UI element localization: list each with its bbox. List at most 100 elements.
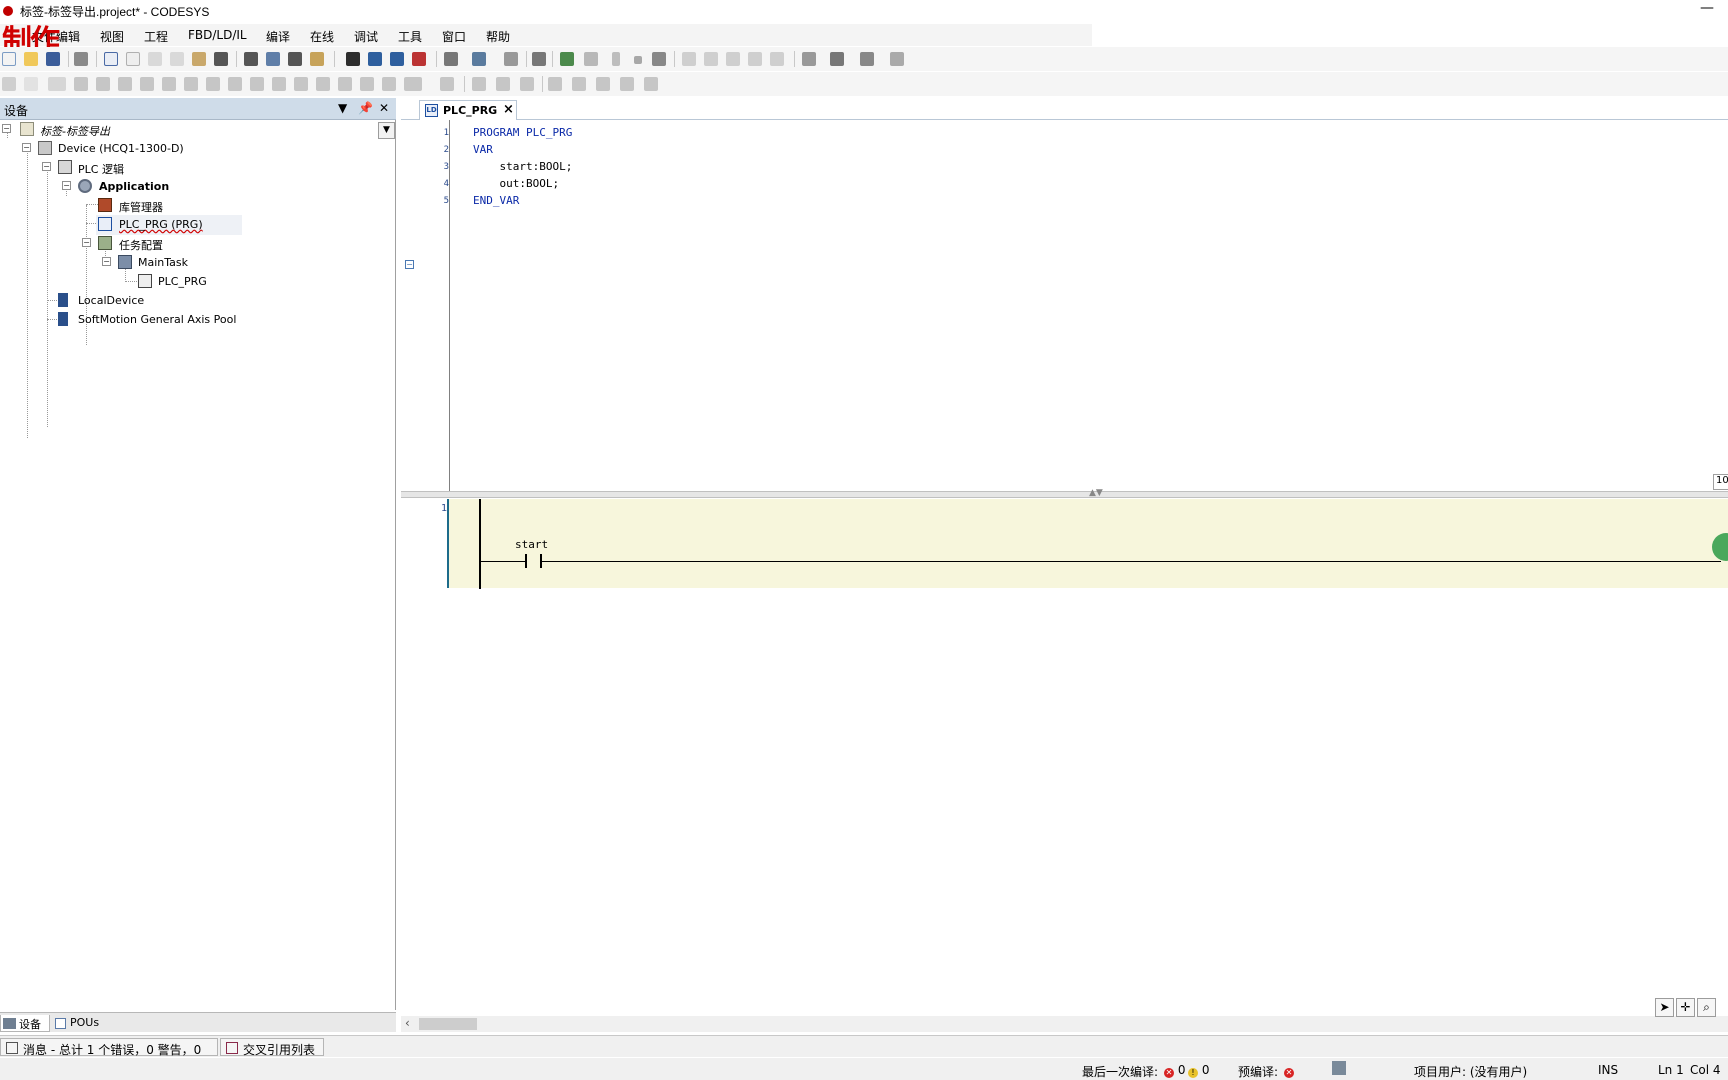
collapse-icon[interactable]: −: [2, 124, 11, 133]
cart-icon[interactable]: [860, 52, 874, 66]
find-icon[interactable]: [244, 52, 258, 66]
undo-icon[interactable]: [104, 52, 118, 66]
insert-parallel-contact-icon[interactable]: [118, 77, 132, 91]
run-to-cursor-icon[interactable]: [770, 52, 784, 66]
align-icon[interactable]: [548, 77, 562, 91]
zoom-tool-icon[interactable]: ⌕: [1697, 998, 1716, 1017]
insert-reset-coil-icon[interactable]: [184, 77, 198, 91]
tree-item-local-device[interactable]: LocalDevice: [0, 291, 396, 311]
tree-item-task-configuration[interactable]: − 任务配置: [0, 234, 396, 254]
insert-output-icon[interactable]: [338, 77, 352, 91]
reset-icon[interactable]: [652, 52, 666, 66]
step-out-icon[interactable]: [748, 52, 762, 66]
find-next-icon[interactable]: [266, 52, 280, 66]
save-icon[interactable]: [46, 52, 60, 66]
pointer-tool-icon[interactable]: ➤: [1655, 998, 1674, 1017]
collapse-icon[interactable]: −: [102, 257, 111, 266]
tree-item-project[interactable]: − 标签-标签导出: [0, 120, 396, 140]
step-over-icon[interactable]: [704, 52, 718, 66]
logout-icon[interactable]: [584, 52, 598, 66]
menu-edit[interactable]: 编辑: [56, 28, 80, 45]
menu-debug[interactable]: 调试: [354, 28, 378, 45]
redo-icon[interactable]: [126, 52, 140, 66]
check-icon[interactable]: [890, 52, 904, 66]
horizontal-scrollbar[interactable]: ‹: [401, 1016, 1728, 1032]
next-bookmark-icon[interactable]: [368, 52, 382, 66]
tree-item-device[interactable]: − Device (HCQ1-1300-D): [0, 139, 396, 159]
menu-online[interactable]: 在线: [310, 28, 334, 45]
tab-plc-prg[interactable]: LD PLC_PRG ×: [419, 100, 517, 120]
collapse-icon[interactable]: −: [62, 181, 71, 190]
collapse-icon[interactable]: −: [82, 238, 91, 247]
insert-execute-icon[interactable]: [404, 77, 422, 91]
open-project-icon[interactable]: [24, 52, 38, 66]
tree-item-plc-prg[interactable]: PLC_PRG (PRG): [96, 215, 242, 235]
login-icon[interactable]: [560, 52, 574, 66]
export-icon[interactable]: [504, 52, 518, 66]
tab-devices[interactable]: 设备: [0, 1015, 50, 1032]
user-management-icon[interactable]: [1332, 1061, 1346, 1075]
tree-item-maintask[interactable]: − MainTask: [0, 253, 396, 273]
clear-bookmarks-icon[interactable]: [412, 52, 426, 66]
insert-return-icon[interactable]: [272, 77, 286, 91]
insert-negated-contact-icon[interactable]: [96, 77, 110, 91]
bookmark-icon[interactable]: [346, 52, 360, 66]
step-into-icon[interactable]: [726, 52, 740, 66]
parallel-branch-icon[interactable]: [572, 77, 586, 91]
insert-network-icon[interactable]: [2, 77, 16, 91]
menu-window[interactable]: 窗口: [442, 28, 466, 45]
insert-branch-icon[interactable]: [360, 77, 374, 91]
ladder-editor[interactable]: 1 start: [401, 498, 1728, 1020]
pan-tool-icon[interactable]: ✛: [1676, 998, 1695, 1017]
insert-set-coil-icon[interactable]: [162, 77, 176, 91]
collapse-icon[interactable]: −: [42, 162, 51, 171]
pin-icon[interactable]: 📌: [358, 101, 373, 115]
contact-left-bar[interactable]: [525, 554, 527, 568]
panel-menu-icon[interactable]: ▼: [338, 101, 347, 115]
network-1[interactable]: [447, 499, 1728, 588]
precompile-status[interactable]: ✕: [1284, 1063, 1294, 1078]
copy-icon[interactable]: [170, 52, 184, 66]
write-values-icon[interactable]: [802, 52, 816, 66]
close-tab-icon[interactable]: ×: [503, 102, 514, 117]
declaration-editor[interactable]: − 1 2 3 4 5 PROGRAM PLC_PRG VAR start:BO…: [401, 120, 1728, 491]
cut-icon[interactable]: [148, 52, 162, 66]
menu-view[interactable]: 视图: [100, 28, 124, 45]
insert-box-icon[interactable]: [48, 77, 66, 91]
menu-project[interactable]: 工程: [144, 28, 168, 45]
insert-label-icon[interactable]: [382, 77, 396, 91]
tree-item-application[interactable]: − Application: [0, 177, 396, 197]
insert-rising-edge-icon[interactable]: [206, 77, 220, 91]
series-branch-icon[interactable]: [596, 77, 610, 91]
close-branch-icon[interactable]: [644, 77, 658, 91]
comment-icon[interactable]: [520, 77, 534, 91]
splitter-arrows-icon[interactable]: ▲▼: [1089, 488, 1103, 498]
add-object-icon[interactable]: [472, 52, 486, 66]
insert-contact-icon[interactable]: [74, 77, 88, 91]
negate-icon[interactable]: [440, 77, 454, 91]
tree-item-axis-pool[interactable]: SoftMotion General Axis Pool: [0, 310, 396, 330]
tab-pous[interactable]: POUs: [52, 1015, 106, 1032]
insert-coil-icon[interactable]: [140, 77, 154, 91]
tab-messages[interactable]: 消息 - 总计 1 个错误，0 警告，0 条消息: [0, 1038, 218, 1074]
edge-detect-icon[interactable]: [472, 77, 486, 91]
find-replace-icon[interactable]: [288, 52, 302, 66]
stop-icon[interactable]: [634, 56, 642, 64]
paste-icon[interactable]: [192, 52, 206, 66]
fold-toggle-icon[interactable]: −: [405, 260, 414, 269]
print-icon[interactable]: [74, 52, 88, 66]
generate-code-icon[interactable]: [532, 52, 546, 66]
force-values-icon[interactable]: [830, 52, 844, 66]
toggle-breakpoint-icon[interactable]: [682, 52, 696, 66]
insert-network-below-icon[interactable]: [24, 77, 38, 91]
tree-item-plc-logic[interactable]: − PLC 逻辑: [0, 158, 396, 178]
new-project-icon[interactable]: [2, 52, 16, 66]
insert-falling-edge-icon[interactable]: [228, 77, 242, 91]
build-icon[interactable]: [444, 52, 458, 66]
insert-assignment-icon[interactable]: [294, 77, 308, 91]
zoom-level[interactable]: 10: [1713, 474, 1728, 490]
collapse-icon[interactable]: −: [22, 143, 31, 152]
tab-cross-reference[interactable]: 交叉引用列表: [220, 1038, 324, 1057]
start-icon[interactable]: [612, 52, 620, 66]
error-count[interactable]: ✕ 0: [1164, 1063, 1185, 1078]
